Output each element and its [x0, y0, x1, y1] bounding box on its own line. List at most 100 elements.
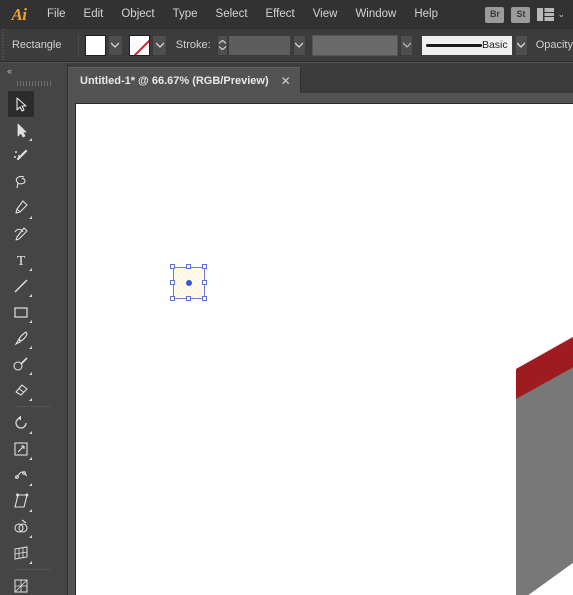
- chevron-down-icon: [517, 42, 526, 48]
- eraser-icon: [15, 384, 28, 396]
- menu-item-type[interactable]: Type: [164, 0, 207, 29]
- tool-eraser[interactable]: [8, 377, 34, 403]
- document-tab-title: Untitled-1* @ 66.67% (RGB/Preview): [80, 74, 269, 87]
- tools-panel-grip[interactable]: [0, 78, 67, 89]
- menu-item-view[interactable]: View: [304, 0, 347, 29]
- menu-bar-right: Br St ⌄: [485, 0, 569, 29]
- tool-shape-builder[interactable]: [8, 514, 34, 540]
- tool-width[interactable]: [8, 462, 34, 488]
- document-tab[interactable]: Untitled-1* @ 66.67% (RGB/Preview) ✕: [68, 67, 301, 93]
- handle-top-center[interactable]: [186, 264, 191, 269]
- control-bar: Rectangle Stroke: Basic Opacity: [0, 28, 573, 62]
- stroke-weight-dropdown-button[interactable]: [292, 34, 306, 56]
- tool-line-segment[interactable]: [8, 273, 34, 299]
- workspace-switcher[interactable]: ⌄: [537, 8, 569, 21]
- handle-top-left[interactable]: [170, 264, 175, 269]
- menu-item-select[interactable]: Select: [207, 0, 257, 29]
- fill-dropdown-button[interactable]: [107, 34, 123, 56]
- divider: [16, 569, 51, 570]
- width-icon: [14, 471, 28, 479]
- chevron-down-icon: [295, 42, 304, 48]
- artboard[interactable]: [75, 103, 573, 595]
- handle-middle-right[interactable]: [202, 280, 207, 285]
- brush-definition-field[interactable]: Basic: [420, 34, 513, 56]
- divider: [77, 34, 79, 56]
- collapse-panel-button[interactable]: «: [0, 63, 67, 78]
- selected-object-type-label: Rectangle: [11, 39, 62, 51]
- menu-item-help[interactable]: Help: [405, 0, 447, 29]
- bridge-button[interactable]: Br: [485, 6, 505, 23]
- center-anchor-point[interactable]: [186, 280, 192, 286]
- chevron-down-icon: [155, 42, 164, 48]
- tool-grid: T: [0, 89, 67, 595]
- chevron-up-icon: [218, 40, 226, 44]
- stroke-weight-input[interactable]: [228, 34, 291, 56]
- tool-paintbrush[interactable]: [8, 325, 34, 351]
- line-segment-icon: [14, 279, 28, 293]
- tool-perspective-grid[interactable]: [8, 540, 34, 566]
- stroke-weight-stepper[interactable]: [216, 34, 229, 56]
- handle-middle-left[interactable]: [170, 280, 175, 285]
- opacity-label: Opacity: [535, 39, 573, 51]
- fill-control[interactable]: [84, 34, 123, 56]
- tool-pen[interactable]: [8, 195, 34, 221]
- brush-stroke-preview-icon: [425, 43, 482, 47]
- handle-top-right[interactable]: [202, 264, 207, 269]
- handle-bottom-center[interactable]: [186, 296, 191, 301]
- menu-bar: Ai File Edit Object Type Select Effect V…: [0, 0, 573, 29]
- menu-item-object[interactable]: Object: [112, 0, 163, 29]
- brush-dropdown-button[interactable]: [514, 34, 528, 56]
- tool-rotate[interactable]: [8, 410, 34, 436]
- canvas-area[interactable]: [68, 93, 573, 595]
- mesh-icon: [14, 579, 28, 593]
- divider: [16, 406, 51, 407]
- tool-mesh[interactable]: [8, 573, 34, 595]
- pencil-icon: [13, 357, 28, 371]
- selected-rectangle[interactable]: [170, 264, 208, 302]
- tool-lasso[interactable]: [8, 169, 34, 195]
- tool-magic-wand[interactable]: [8, 143, 34, 169]
- direct-selection-arrow-icon: [17, 123, 26, 137]
- type-icon: T: [17, 254, 26, 268]
- magic-wand-icon: [14, 149, 28, 161]
- close-icon[interactable]: ✕: [281, 75, 291, 87]
- illustrator-window: Ai File Edit Object Type Select Effect V…: [0, 0, 573, 595]
- menu-items: File Edit Object Type Select Effect View…: [38, 0, 447, 29]
- stroke-profile-field[interactable]: [311, 34, 399, 56]
- selection-arrow-icon: [15, 96, 27, 112]
- stroke-color-control[interactable]: [129, 34, 168, 56]
- tool-rectangle[interactable]: [8, 299, 34, 325]
- brush-name-label: Basic: [481, 39, 508, 51]
- menu-item-edit[interactable]: Edit: [75, 0, 113, 29]
- stroke-profile-dropdown-button[interactable]: [400, 34, 414, 56]
- chevron-down-icon: [111, 42, 119, 48]
- free-transform-icon: [14, 493, 29, 508]
- document-tab-bar: Untitled-1* @ 66.67% (RGB/Preview) ✕: [68, 63, 573, 93]
- menu-item-window[interactable]: Window: [346, 0, 405, 29]
- stroke-swatch[interactable]: [129, 34, 151, 56]
- grip-dots-icon: [16, 81, 51, 86]
- rotate-icon: [15, 415, 27, 429]
- tool-shaper-pencil[interactable]: [8, 351, 34, 377]
- stroke-dropdown-button[interactable]: [152, 34, 168, 56]
- fill-swatch[interactable]: [84, 34, 106, 56]
- control-bar-grip[interactable]: [0, 28, 6, 62]
- 3d-extruded-box[interactable]: [501, 264, 573, 595]
- rectangle-icon: [14, 307, 28, 318]
- workspace-switcher-icon: [537, 8, 555, 21]
- tool-scale[interactable]: [8, 436, 34, 462]
- handle-bottom-left[interactable]: [170, 296, 175, 301]
- lasso-icon: [15, 175, 26, 189]
- menu-item-effect[interactable]: Effect: [257, 0, 304, 29]
- curvature-pen-icon: [14, 227, 28, 241]
- menu-item-file[interactable]: File: [38, 0, 75, 29]
- stock-button[interactable]: St: [511, 6, 531, 23]
- handle-bottom-right[interactable]: [202, 296, 207, 301]
- tool-type[interactable]: T: [8, 247, 34, 273]
- tool-direct-selection[interactable]: [8, 117, 34, 143]
- chevron-down-icon: [218, 46, 226, 50]
- tool-curvature[interactable]: [8, 221, 34, 247]
- tool-free-transform[interactable]: [8, 488, 34, 514]
- tools-panel: « T: [0, 63, 68, 595]
- tool-selection[interactable]: [8, 91, 34, 117]
